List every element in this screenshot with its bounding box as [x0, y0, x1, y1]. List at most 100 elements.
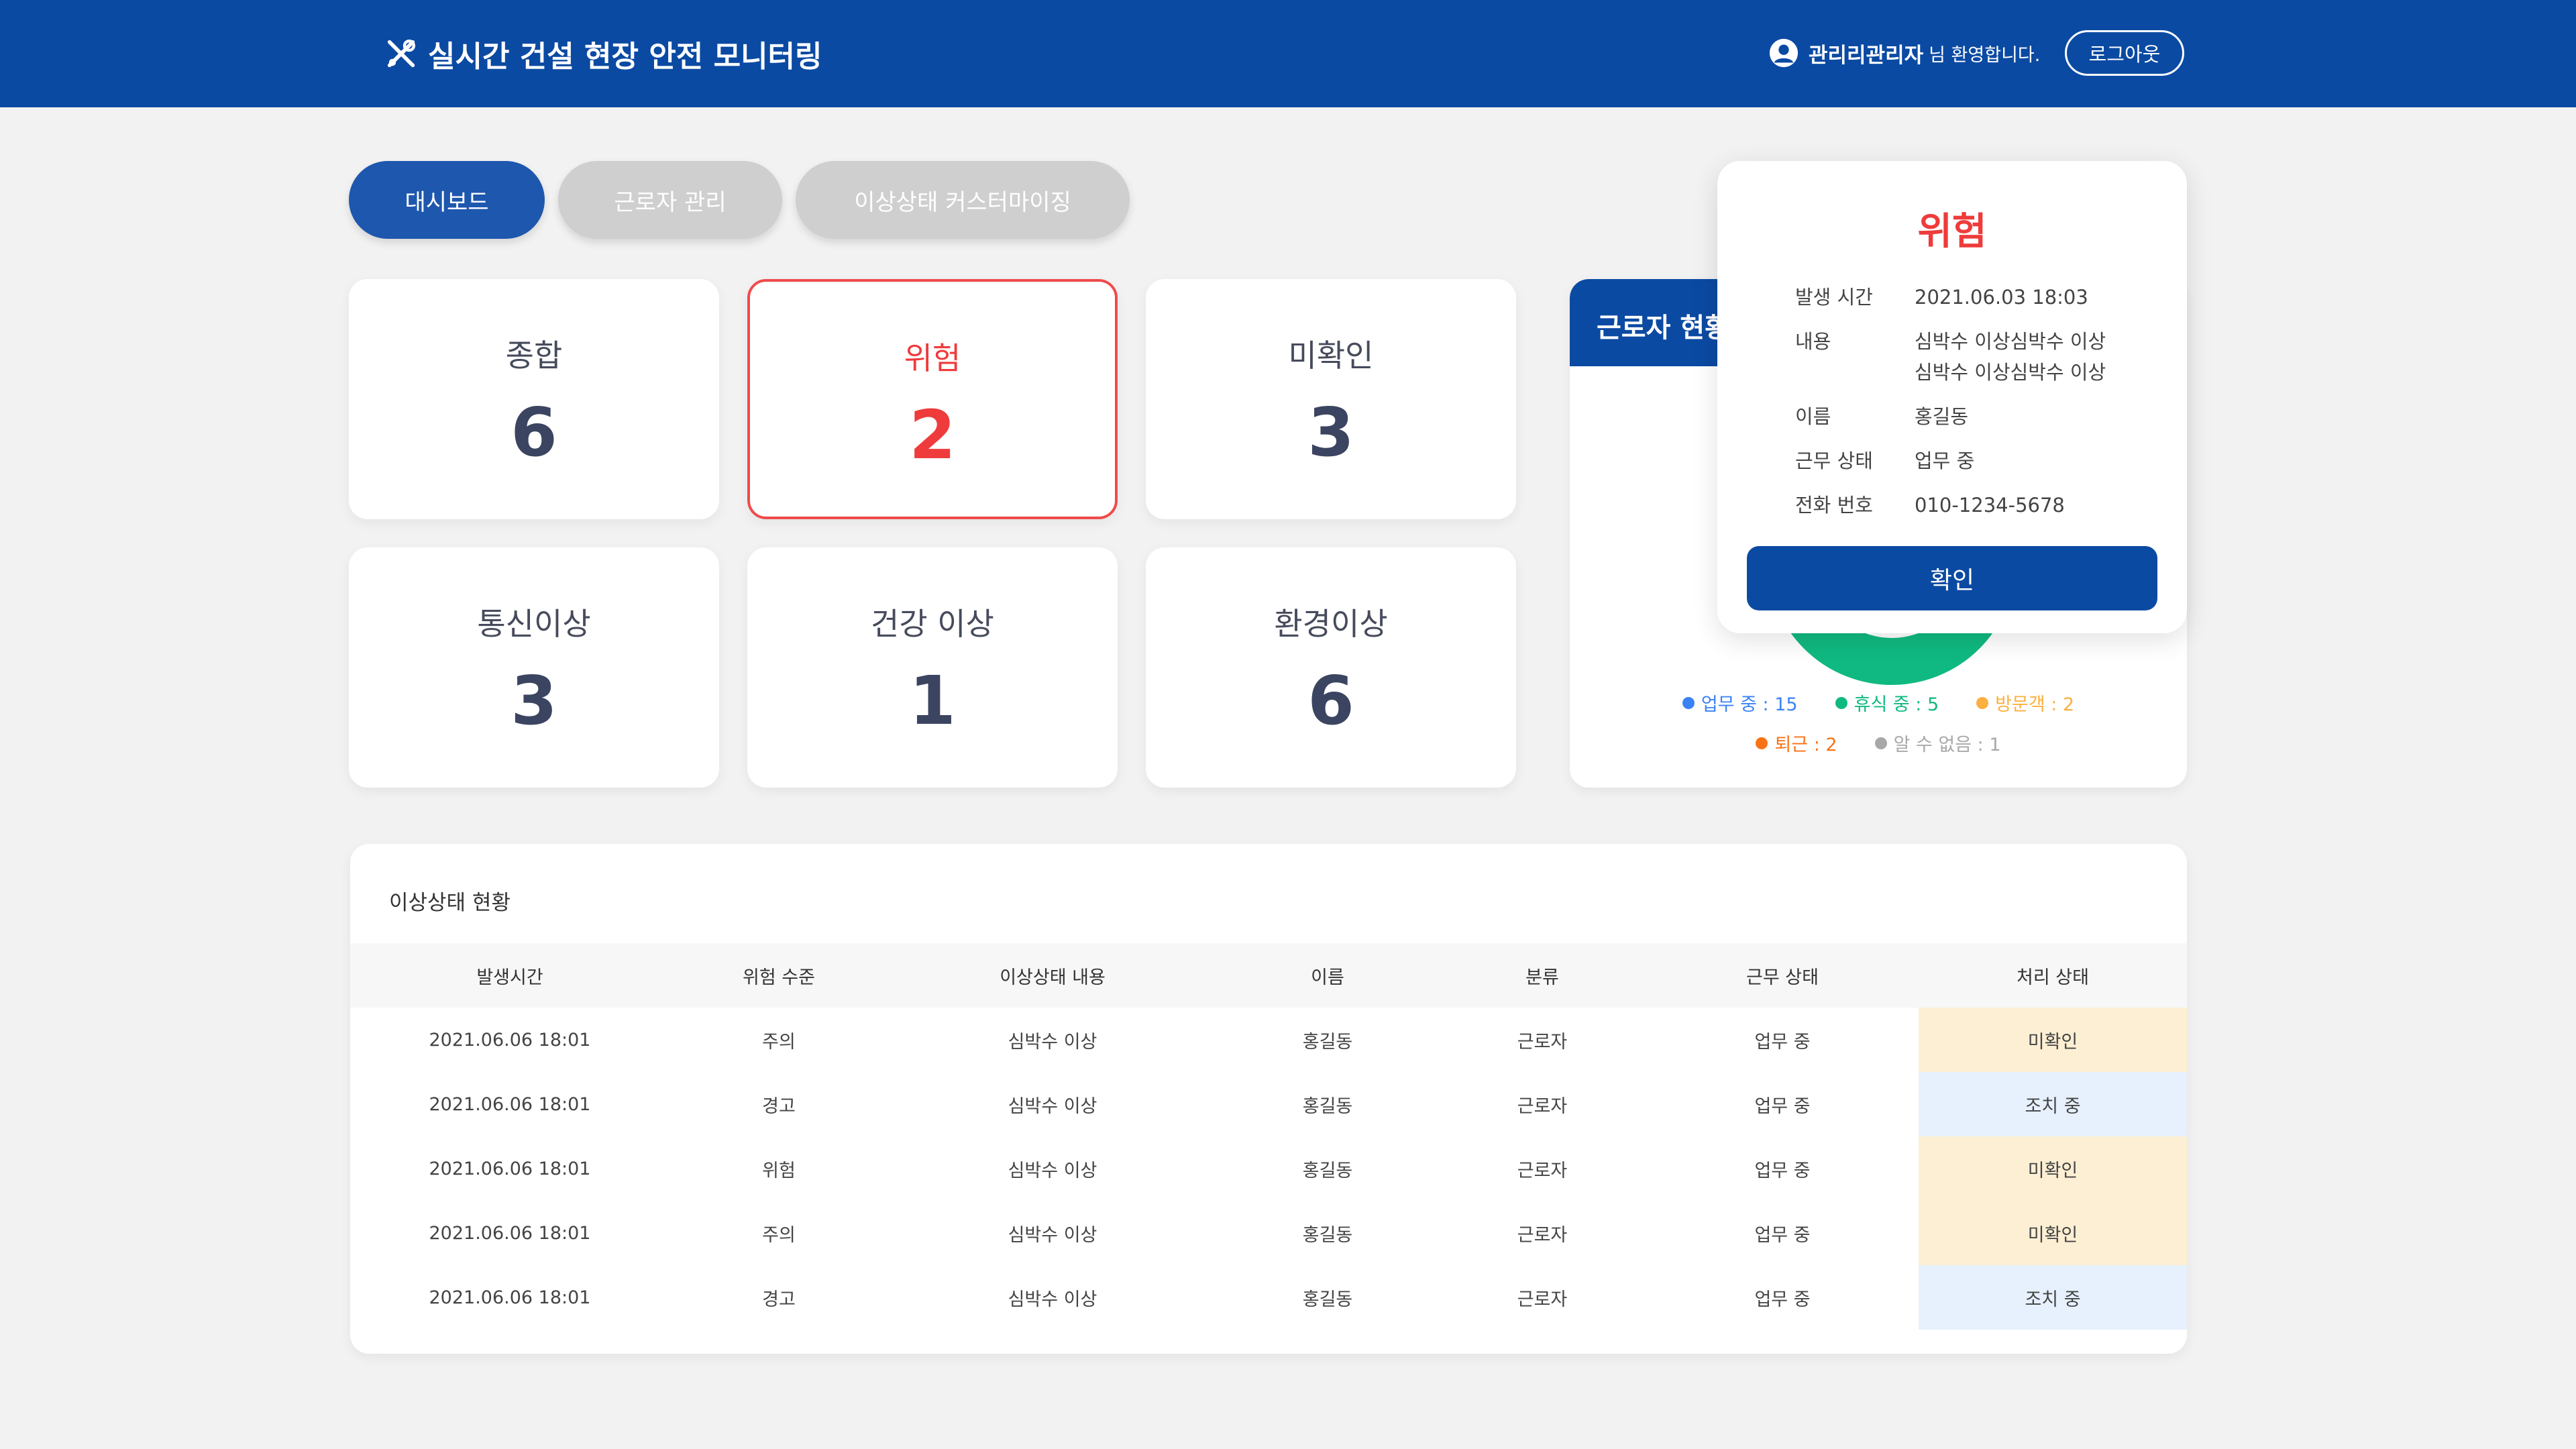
legend-row-2: 퇴근 : 2 알 수 없음 : 1	[1570, 730, 2187, 756]
danger-alert-popup: 위험 발생 시간 2021.06.03 18:03 내용 심박수 이상심박수 이…	[1717, 161, 2187, 633]
legend-dot-icon	[1682, 696, 1695, 709]
cell-work-status: 업무 중	[1754, 1224, 1811, 1246]
column-header[interactable]: 근무 상태	[1646, 943, 1919, 1008]
table-row[interactable]: 2021.06.06 18:01 주의 심박수 이상 홍길동 근로자 업무 중 …	[350, 1201, 2187, 1265]
cell-risk-level: 주의	[762, 1031, 796, 1053]
column-header[interactable]: 위험 수준	[669, 943, 888, 1008]
cell-content: 심박수 이상	[1008, 1289, 1097, 1310]
popup-key: 이름	[1795, 405, 1831, 428]
cell-content: 심박수 이상	[1008, 1095, 1097, 1117]
cell-time: 2021.06.06 18:01	[429, 1222, 591, 1244]
cell-process-status[interactable]: 조치 중	[1919, 1265, 2187, 1330]
column-header[interactable]: 이상상태 내용	[888, 943, 1217, 1008]
stat-card-comm-error[interactable]: 통신이상 3	[349, 547, 719, 788]
popup-row-work-status: 근무 상태 업무 중	[1795, 445, 1974, 476]
stat-value: 6	[511, 393, 557, 472]
cell-category: 근로자	[1517, 1095, 1568, 1117]
popup-value: 홍길동	[1915, 405, 1969, 428]
cell-name: 홍길동	[1302, 1224, 1353, 1246]
cell-process-status[interactable]: 미확인	[1919, 1136, 2187, 1201]
popup-value-line: 심박수 이상심박수 이상	[1915, 361, 2106, 384]
legend-dot-icon	[1756, 737, 1768, 749]
cell-process-status[interactable]: 미확인	[1919, 1201, 2187, 1265]
popup-value: 010-1234-5678	[1915, 494, 2065, 517]
table-row[interactable]: 2021.06.06 18:01 경고 심박수 이상 홍길동 근로자 업무 중 …	[350, 1265, 2187, 1330]
stat-label: 통신이상	[477, 606, 591, 642]
legend-label: 업무 중 : 15	[1701, 694, 1798, 715]
tab-worker-management[interactable]: 근로자 관리	[558, 161, 782, 239]
cell-time: 2021.06.06 18:01	[429, 1029, 591, 1051]
cell-work-status: 업무 중	[1754, 1289, 1811, 1310]
stat-value: 1	[909, 661, 956, 740]
cell-process-status[interactable]: 조치 중	[1919, 1072, 2187, 1136]
popup-row-time: 발생 시간 2021.06.03 18:03	[1795, 282, 2088, 313]
popup-value: 심박수 이상심박수 이상 심박수 이상심박수 이상	[1915, 326, 2106, 388]
popup-value-line: 심박수 이상심박수 이상	[1915, 330, 2106, 353]
popup-title: 위험	[1917, 210, 1987, 254]
legend-item: 알 수 없음 : 1	[1874, 730, 2001, 756]
stat-value: 3	[511, 661, 557, 740]
cell-risk-level: 주의	[762, 1224, 796, 1246]
stat-card-health-error[interactable]: 건강 이상 1	[747, 547, 1118, 788]
cell-risk-level: 경고	[762, 1095, 796, 1117]
tools-icon	[387, 39, 416, 68]
stat-card-unchecked[interactable]: 미확인 3	[1146, 279, 1516, 519]
cell-content: 심박수 이상	[1008, 1224, 1097, 1246]
legend-item: 퇴근 : 2	[1756, 730, 1837, 756]
table-row[interactable]: 2021.06.06 18:01 주의 심박수 이상 홍길동 근로자 업무 중 …	[350, 1008, 2187, 1072]
stat-card-danger[interactable]: 위험 2	[747, 279, 1118, 519]
cell-content: 심박수 이상	[1008, 1031, 1097, 1053]
table-header-row: 발생시간 위험 수준 이상상태 내용 이름 분류 근무 상태 처리 상태	[350, 943, 2187, 1008]
anomaly-table: 발생시간 위험 수준 이상상태 내용 이름 분류 근무 상태 처리 상태 202…	[350, 943, 2187, 1330]
cell-time: 2021.06.06 18:01	[429, 1287, 591, 1308]
legend-dot-icon	[1835, 696, 1847, 709]
table-row[interactable]: 2021.06.06 18:01 위험 심박수 이상 홍길동 근로자 업무 중 …	[350, 1136, 2187, 1201]
column-header[interactable]: 분류	[1438, 943, 1646, 1008]
app-title-text: 실시간 건설 현장 안전 모니터링	[428, 40, 822, 74]
table-row[interactable]: 2021.06.06 18:01 경고 심박수 이상 홍길동 근로자 업무 중 …	[350, 1072, 2187, 1136]
cell-process-status[interactable]: 미확인	[1919, 1008, 2187, 1072]
cell-risk-level: 위험	[762, 1160, 796, 1181]
cell-work-status: 업무 중	[1754, 1095, 1811, 1117]
cell-category: 근로자	[1517, 1160, 1568, 1181]
user-greeting-suffix: 님 환영합니다.	[1929, 44, 2041, 66]
anomaly-status-card: 이상상태 현황 발생시간 위험 수준 이상상태 내용 이름 분류 근무 상태 처…	[350, 844, 2187, 1354]
legend-dot-icon	[1976, 696, 1989, 709]
stat-label: 미확인	[1288, 337, 1374, 374]
stat-label: 위험	[904, 340, 961, 376]
stat-value: 6	[1307, 661, 1354, 740]
popup-row-content: 내용 심박수 이상심박수 이상 심박수 이상심박수 이상	[1795, 326, 2106, 388]
popup-key: 근무 상태	[1795, 449, 1873, 472]
legend-label: 휴식 중 : 5	[1854, 694, 1939, 715]
column-header[interactable]: 처리 상태	[1919, 943, 2187, 1008]
cell-name: 홍길동	[1302, 1160, 1353, 1181]
tab-dashboard[interactable]: 대시보드	[349, 161, 545, 239]
cell-risk-level: 경고	[762, 1289, 796, 1310]
legend-row-1: 업무 중 : 15 휴식 중 : 5 방문객 : 2	[1570, 690, 2187, 716]
cell-time: 2021.06.06 18:01	[429, 1158, 591, 1179]
cell-work-status: 업무 중	[1754, 1160, 1811, 1181]
cell-category: 근로자	[1517, 1224, 1568, 1246]
stat-card-env-error[interactable]: 환경이상 6	[1146, 547, 1516, 788]
app-title: 실시간 건설 현장 안전 모니터링	[384, 32, 822, 75]
legend-item: 방문객 : 2	[1976, 690, 2074, 716]
legend-label: 알 수 없음 : 1	[1893, 735, 2001, 755]
popup-key: 발생 시간	[1795, 286, 1873, 309]
popup-row-name: 이름 홍길동	[1795, 401, 1968, 432]
confirm-button[interactable]: 확인	[1747, 546, 2157, 610]
stat-label: 종합	[505, 337, 563, 374]
anomaly-title: 이상상태 현황	[389, 891, 511, 915]
stat-label: 환경이상	[1274, 606, 1388, 642]
popup-value: 업무 중	[1915, 449, 1975, 472]
legend-item: 휴식 중 : 5	[1835, 690, 1939, 716]
column-header[interactable]: 이름	[1217, 943, 1438, 1008]
column-header[interactable]: 발생시간	[350, 943, 669, 1008]
tab-anomaly-customizing[interactable]: 이상상태 커스터마이징	[796, 161, 1130, 239]
logout-button[interactable]: 로그아웃	[2065, 30, 2184, 76]
stat-card-total[interactable]: 종합 6	[349, 279, 719, 519]
cell-time: 2021.06.06 18:01	[429, 1093, 591, 1115]
legend-dot-icon	[1874, 737, 1887, 749]
cell-category: 근로자	[1517, 1031, 1568, 1053]
popup-value: 2021.06.03 18:03	[1915, 286, 2088, 309]
legend-item: 업무 중 : 15	[1682, 690, 1798, 716]
